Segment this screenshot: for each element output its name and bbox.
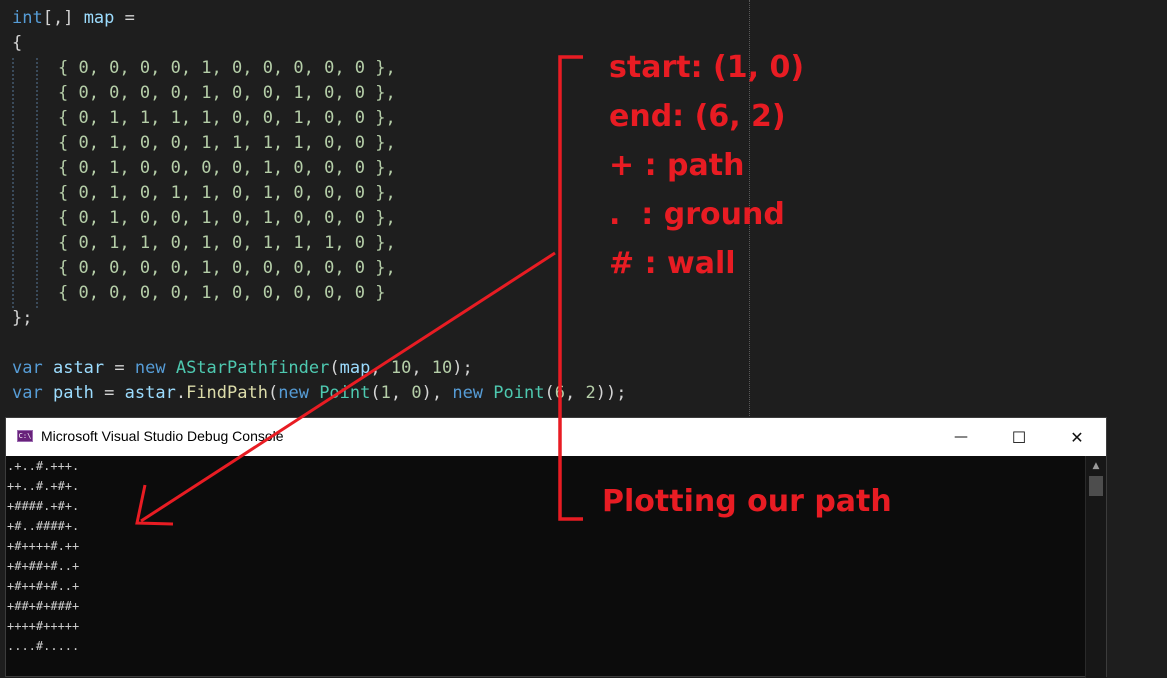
keyword-new: new: [452, 383, 484, 403]
console-title: Microsoft Visual Studio Debug Console: [41, 428, 284, 444]
output-line: .+..#.+++.: [7, 459, 80, 473]
output-line: ++..#.+#+.: [7, 479, 80, 493]
output-line: +##+#+###+: [7, 599, 80, 613]
variable-path: path: [52, 383, 94, 403]
debug-console-window[interactable]: C:\ Microsoft Visual Studio Debug Consol…: [5, 417, 1107, 678]
type-point: Point: [493, 383, 545, 403]
output-line: ....#.....: [7, 639, 80, 653]
comma: ,: [390, 383, 412, 403]
grid-row[interactable]: { 0, 1, 0, 0, 1, 0, 1, 0, 0, 0 },: [58, 206, 396, 231]
console-app-icon: C:\: [17, 430, 33, 442]
paren: (: [267, 383, 279, 403]
legend-wall: # : wall: [609, 246, 736, 281]
output-line: ++++#+++++: [7, 619, 80, 633]
keyword-new: new: [278, 383, 309, 403]
legend-path: + : path: [609, 148, 745, 183]
dot: .: [175, 383, 187, 403]
grid-row[interactable]: { 0, 1, 0, 0, 1, 1, 1, 1, 0, 0 },: [58, 131, 396, 156]
output-line: +#..####+.: [7, 519, 80, 533]
type-astarpathfinder: AStarPathfinder: [175, 358, 330, 378]
indent-guide: [12, 58, 14, 308]
paren: (: [370, 383, 381, 403]
legend-start: start: (1, 0): [609, 50, 805, 85]
arg-map: map: [339, 358, 371, 378]
array-brackets: [,]: [42, 8, 74, 28]
indent-guide: [36, 58, 38, 308]
variable-map: map: [83, 8, 115, 28]
keyword-var: var: [12, 358, 43, 378]
close-paren: ),: [421, 383, 453, 403]
method-findpath: FindPath: [186, 383, 268, 403]
output-line: +#+##+#..+: [7, 559, 80, 573]
code-line-declaration[interactable]: int[,] map =: [12, 6, 135, 31]
close-paren: );: [452, 358, 473, 378]
code-line-path[interactable]: var path = astar.FindPath(new Point(1, 0…: [12, 381, 626, 406]
keyword-new: new: [134, 358, 166, 378]
legend-ground: . : ground: [609, 197, 785, 232]
comma: ,: [411, 358, 432, 378]
legend-end: end: (6, 2): [609, 99, 786, 134]
comma: ,: [370, 358, 391, 378]
scroll-thumb[interactable]: [1089, 476, 1103, 496]
end-y: 2: [585, 383, 596, 403]
scroll-up-arrow-icon[interactable]: ▲: [1086, 458, 1106, 474]
paren: (: [329, 358, 340, 378]
close-paren: ));: [595, 383, 627, 403]
grid-row[interactable]: { 0, 1, 1, 0, 1, 0, 1, 1, 1, 0 },: [58, 231, 396, 256]
arg-width: 10: [390, 358, 412, 378]
object-astar: astar: [124, 383, 176, 403]
maximize-button[interactable]: ☐: [990, 418, 1048, 456]
paren: (: [544, 383, 555, 403]
console-output: .+..#.+++. ++..#.+#+. +####.+#+. +#..###…: [6, 456, 1086, 678]
grid-row[interactable]: { 0, 0, 0, 0, 1, 0, 0, 0, 0, 0 },: [58, 256, 396, 281]
keyword-var: var: [12, 383, 43, 403]
grid-row[interactable]: { 0, 1, 0, 0, 0, 0, 1, 0, 0, 0 },: [58, 156, 396, 181]
grid-row[interactable]: { 0, 0, 0, 0, 1, 0, 0, 0, 0, 0 }: [58, 281, 386, 306]
code-line-close-brace[interactable]: };: [12, 306, 32, 331]
grid-row[interactable]: { 0, 1, 0, 1, 1, 0, 1, 0, 0, 0 },: [58, 181, 396, 206]
output-line: +#++++#.++: [7, 539, 80, 553]
assign-operator: =: [114, 8, 135, 28]
code-line-open-brace[interactable]: {: [12, 31, 22, 56]
arg-height: 10: [431, 358, 453, 378]
comma: ,: [564, 383, 586, 403]
grid-row[interactable]: { 0, 0, 0, 0, 1, 0, 0, 0, 0, 0 },: [58, 56, 396, 81]
type-point: Point: [319, 383, 371, 403]
grid-row[interactable]: { 0, 0, 0, 0, 1, 0, 0, 1, 0, 0 },: [58, 81, 396, 106]
console-titlebar[interactable]: C:\ Microsoft Visual Studio Debug Consol…: [6, 418, 1106, 456]
code-line-astar[interactable]: var astar = new AStarPathfinder(map, 10,…: [12, 356, 473, 381]
caption-plotting-path: Plotting our path: [602, 484, 892, 519]
output-line: +#++#+#..+: [7, 579, 80, 593]
end-x: 6: [554, 383, 565, 403]
grid-row[interactable]: { 0, 1, 1, 1, 1, 0, 0, 1, 0, 0 },: [58, 106, 396, 131]
assign-operator: =: [104, 358, 135, 378]
console-scrollbar[interactable]: ▲: [1085, 456, 1106, 678]
output-line: +####.+#+.: [7, 499, 80, 513]
start-y: 0: [411, 383, 422, 403]
keyword-int: int: [12, 8, 43, 28]
start-x: 1: [380, 383, 391, 403]
assign-operator: =: [93, 383, 125, 403]
minimize-button[interactable]: —: [932, 418, 990, 456]
variable-astar: astar: [52, 358, 105, 378]
close-button[interactable]: ✕: [1048, 418, 1106, 456]
